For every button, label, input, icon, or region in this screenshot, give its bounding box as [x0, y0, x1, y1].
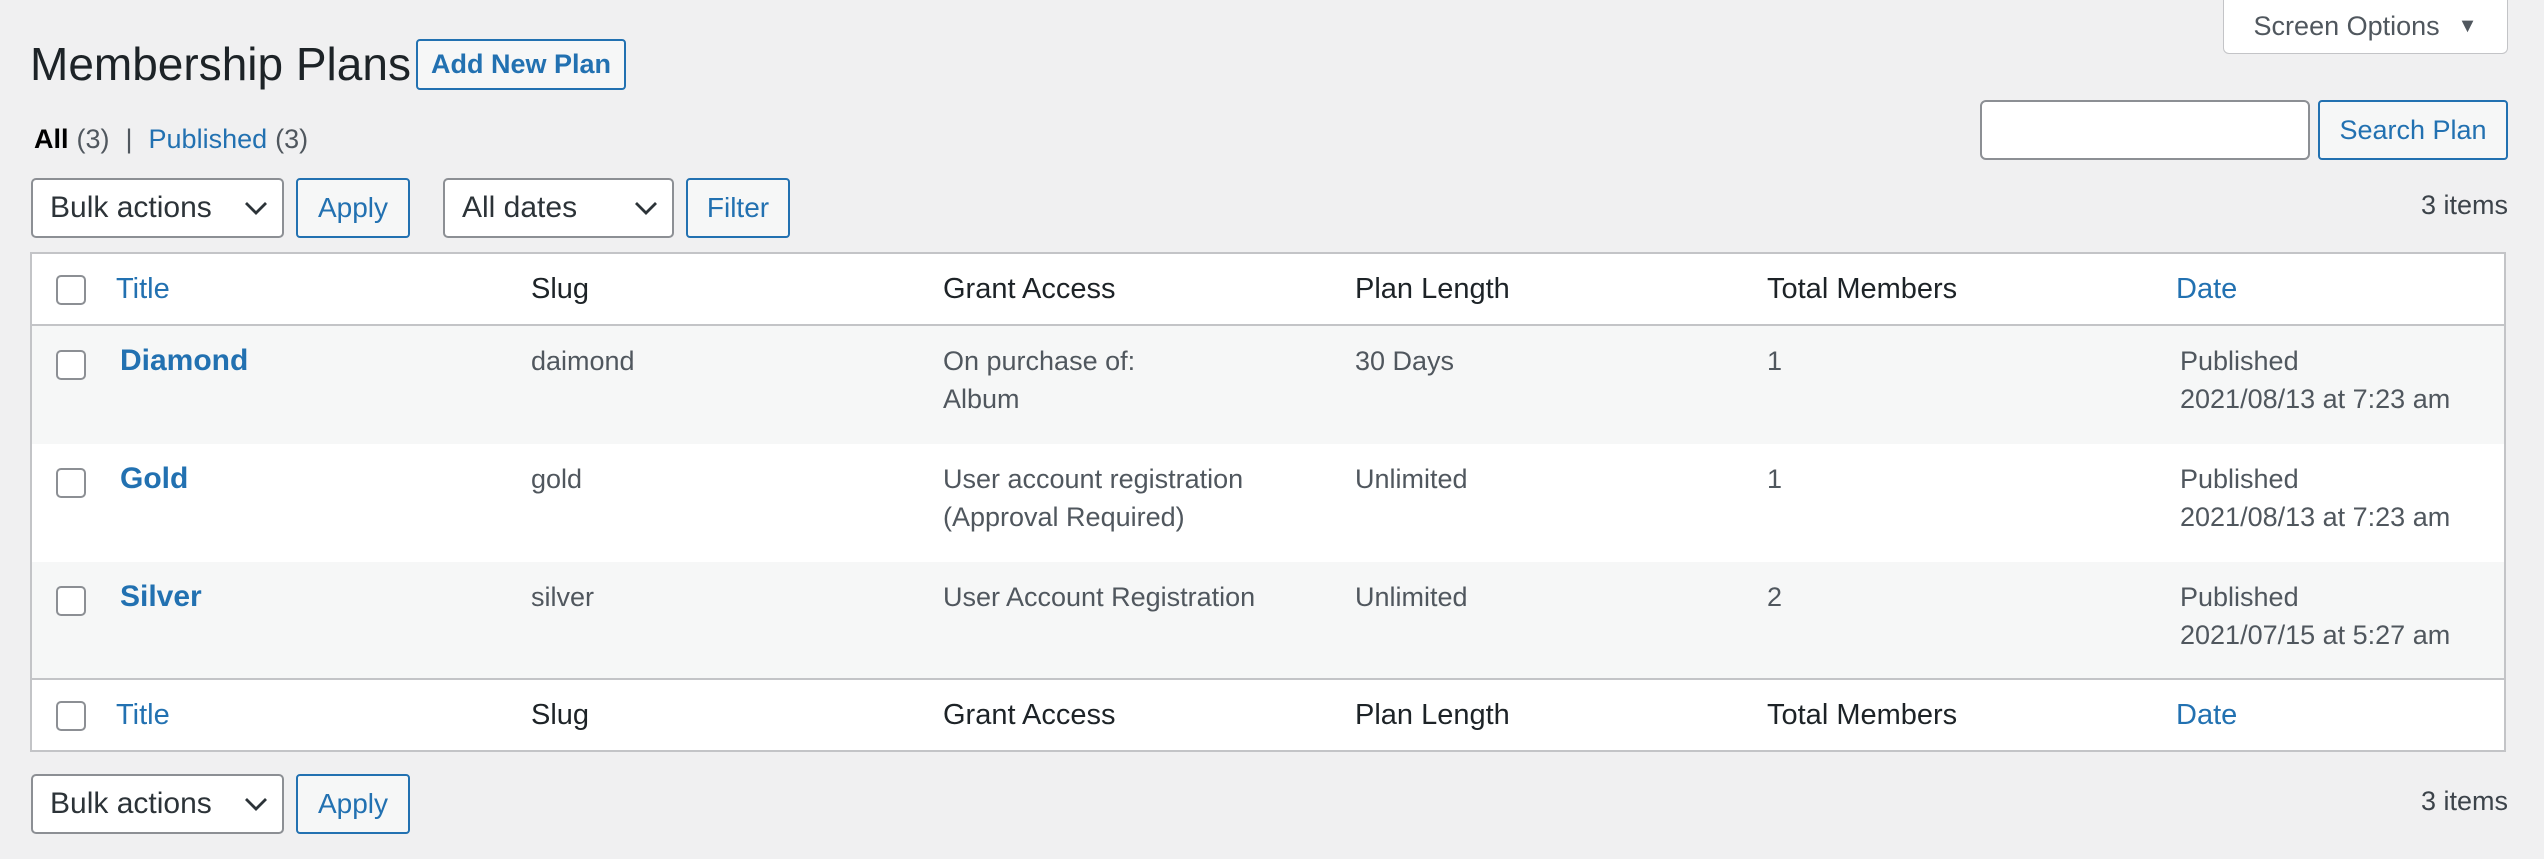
grant-access-line: User account registration: [943, 464, 1244, 494]
plan-total-members: 2: [1767, 582, 1783, 612]
screen-options-button[interactable]: Screen Options ▼: [2223, 0, 2508, 54]
column-footer-title[interactable]: Title: [116, 695, 170, 735]
table-row: Gold gold User account registration (App…: [32, 444, 2504, 562]
chevron-down-icon: [245, 202, 267, 215]
column-footer-slug: Slug: [531, 699, 590, 731]
bulk-actions-value: Bulk actions: [50, 787, 212, 820]
filter-button[interactable]: Filter: [686, 178, 790, 238]
view-all-count: (3): [76, 124, 110, 154]
plan-date: Published 2021/07/15 at 5:27 am: [2180, 578, 2450, 654]
grant-access-line: (Approval Required): [943, 502, 1185, 532]
chevron-down-icon: [635, 202, 657, 215]
column-footer-date[interactable]: Date: [2176, 695, 2237, 735]
column-header-plan-length: Plan Length: [1355, 273, 1510, 305]
row-checkbox[interactable]: [56, 586, 86, 616]
plan-slug: silver: [531, 582, 595, 612]
items-count-top: 3 items: [2420, 190, 2508, 220]
table-header-row: Title Slug Grant Access Plan Length Tota…: [32, 254, 2504, 326]
column-footer-grant-access: Grant Access: [943, 699, 1116, 731]
plan-date-value: 2021/08/13 at 7:23 am: [2180, 502, 2451, 532]
plan-length: 30 Days: [1355, 346, 1455, 376]
plan-date: Published 2021/08/13 at 7:23 am: [2180, 460, 2450, 536]
plan-grant-access: On purchase of: Album: [943, 342, 1135, 418]
table-row: Diamond daimond On purchase of: Album 30…: [32, 326, 2504, 444]
view-published-count: (3): [275, 124, 309, 154]
grant-access-line: On purchase of:: [943, 346, 1136, 376]
column-header-grant-access: Grant Access: [943, 273, 1116, 305]
plan-status: Published: [2180, 346, 2299, 376]
screen-options-label: Screen Options: [2253, 11, 2440, 41]
grant-access-line: User Account Registration: [943, 582, 1256, 612]
plan-slug: daimond: [531, 346, 635, 376]
plan-length: Unlimited: [1355, 464, 1468, 494]
search-plan-button[interactable]: Search Plan: [2318, 100, 2508, 160]
plan-total-members: 1: [1767, 346, 1783, 376]
select-all-checkbox-footer[interactable]: [56, 701, 86, 731]
chevron-down-icon: [245, 798, 267, 811]
plan-grant-access: User Account Registration: [943, 578, 1255, 616]
plan-title-link[interactable]: Diamond: [120, 342, 248, 380]
column-header-slug: Slug: [531, 273, 590, 305]
dates-value: All dates: [462, 191, 578, 224]
view-all-link[interactable]: All: [34, 124, 69, 155]
dates-select[interactable]: All dates: [443, 178, 674, 238]
views-separator: |: [125, 124, 133, 154]
row-checkbox[interactable]: [56, 350, 86, 380]
bulk-actions-select[interactable]: Bulk actions: [31, 178, 284, 238]
plan-status: Published: [2180, 582, 2299, 612]
apply-button-bottom[interactable]: Apply: [296, 774, 410, 834]
plan-title-link[interactable]: Silver: [120, 578, 202, 616]
plan-status: Published: [2180, 464, 2299, 494]
column-footer-total-members: Total Members: [1767, 699, 1958, 731]
column-footer-plan-length: Plan Length: [1355, 699, 1510, 731]
views-filter: All (3) | Published (3): [34, 124, 308, 155]
bulk-actions-value: Bulk actions: [50, 191, 212, 224]
search-input[interactable]: [1980, 100, 2310, 160]
bulk-actions-select-bottom[interactable]: Bulk actions: [31, 774, 284, 834]
plan-grant-access: User account registration (Approval Requ…: [943, 460, 1243, 536]
apply-button[interactable]: Apply: [296, 178, 410, 238]
table-row: Silver silver User Account Registration …: [32, 562, 2504, 680]
row-checkbox[interactable]: [56, 468, 86, 498]
page-title: Membership Plans: [30, 38, 411, 90]
column-header-date[interactable]: Date: [2176, 269, 2237, 309]
plan-length: Unlimited: [1355, 582, 1468, 612]
select-all-checkbox[interactable]: [56, 275, 86, 305]
plan-date-value: 2021/08/13 at 7:23 am: [2180, 384, 2451, 414]
items-count-bottom: 3 items: [2420, 786, 2508, 816]
plan-date-value: 2021/07/15 at 5:27 am: [2180, 620, 2451, 650]
plan-title-link[interactable]: Gold: [120, 460, 188, 498]
triangle-down-icon: ▼: [2457, 15, 2478, 37]
plan-total-members: 1: [1767, 464, 1783, 494]
column-header-total-members: Total Members: [1767, 273, 1958, 305]
column-header-title[interactable]: Title: [116, 269, 170, 309]
plan-date: Published 2021/08/13 at 7:23 am: [2180, 342, 2450, 418]
table-footer-row: Title Slug Grant Access Plan Length Tota…: [32, 678, 2504, 750]
add-new-plan-button[interactable]: Add New Plan: [416, 39, 626, 90]
grant-access-line: Album: [943, 384, 1020, 414]
plan-slug: gold: [531, 464, 583, 494]
plans-table: Title Slug Grant Access Plan Length Tota…: [30, 252, 2506, 752]
view-published-link[interactable]: Published: [149, 124, 268, 155]
